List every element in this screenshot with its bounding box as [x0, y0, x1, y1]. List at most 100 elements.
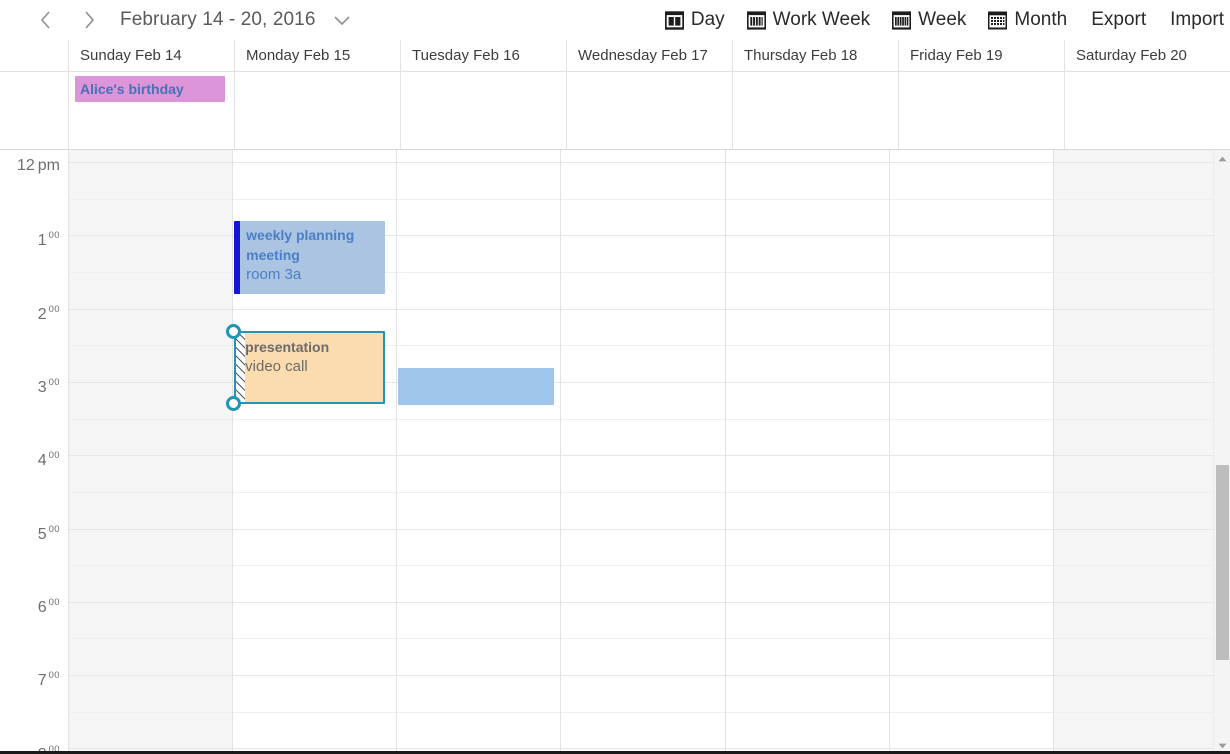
- day-header[interactable]: Monday Feb 15: [234, 40, 400, 71]
- month-view-icon: [988, 11, 1008, 29]
- day-header[interactable]: Wednesday Feb 17: [566, 40, 732, 71]
- hour-gridline: [561, 528, 725, 530]
- time-label-hour: 4: [37, 452, 47, 469]
- hour-gridline: [561, 381, 725, 383]
- view-button-day[interactable]: Day: [664, 9, 725, 31]
- hour-gridline: [889, 675, 1053, 677]
- half-hour-gridline: [69, 418, 233, 420]
- view-button-work-week[interactable]: Work Week: [746, 9, 870, 31]
- calendar-event-selected[interactable]: presentation video call: [234, 331, 386, 404]
- day-column[interactable]: [560, 150, 725, 754]
- hour-gridline: [233, 455, 397, 457]
- vertical-scrollbar[interactable]: [1213, 150, 1230, 754]
- day-column[interactable]: [396, 150, 561, 754]
- hour-gridline: [397, 235, 561, 237]
- import-button[interactable]: Import: [1170, 9, 1224, 31]
- hour-gridline: [1053, 308, 1217, 310]
- time-label-hour: 12: [16, 157, 35, 174]
- calendar-event[interactable]: weekly planning meeting room 3a: [234, 221, 386, 294]
- half-hour-gridline: [725, 565, 889, 567]
- half-hour-gridline: [725, 491, 889, 493]
- time-grid-scroll-area[interactable]: 12pm100200300400500600700800 weekly plan…: [0, 150, 1230, 754]
- all-day-cell[interactable]: [566, 72, 732, 149]
- all-day-cell[interactable]: [234, 72, 400, 149]
- half-hour-gridline: [69, 565, 233, 567]
- all-day-event[interactable]: Alice's birthday: [75, 76, 226, 102]
- time-label-minutes: 00: [48, 304, 60, 315]
- day-column[interactable]: [724, 150, 889, 754]
- all-day-cell[interactable]: [898, 72, 1064, 149]
- day-header[interactable]: Friday Feb 19: [898, 40, 1064, 71]
- hour-gridline: [69, 528, 233, 530]
- day-header[interactable]: Saturday Feb 20: [1064, 40, 1230, 71]
- week-view-icon: [892, 10, 912, 30]
- half-hour-gridline: [561, 638, 725, 640]
- all-day-cell[interactable]: [400, 72, 566, 149]
- work-week-view-icon: [746, 10, 766, 30]
- day-column[interactable]: [888, 150, 1053, 754]
- half-hour-gridline: [889, 565, 1053, 567]
- all-day-gutter-spacer: [0, 72, 68, 149]
- half-hour-gridline: [561, 418, 725, 420]
- date-picker-dropdown-button[interactable]: [327, 5, 357, 35]
- half-hour-gridline: [725, 711, 889, 713]
- all-day-cell[interactable]: [732, 72, 898, 149]
- all-day-cell[interactable]: Alice's birthday: [68, 72, 234, 149]
- hour-gridline: [69, 235, 233, 237]
- half-hour-gridline: [233, 638, 397, 640]
- day-column[interactable]: [1052, 150, 1217, 754]
- chevron-left-icon: [40, 11, 50, 29]
- half-hour-gridline: [561, 491, 725, 493]
- day-column[interactable]: weekly planning meeting room 3a presentatio…: [226, 150, 397, 754]
- hour-gridline: [1053, 601, 1217, 603]
- hour-gridline: [725, 675, 889, 677]
- half-hour-gridline: [397, 491, 561, 493]
- scroll-up-arrow-icon: [1218, 156, 1226, 161]
- half-hour-gridline: [561, 565, 725, 567]
- half-hour-gridline: [561, 271, 725, 273]
- view-switcher: Day Work Week Week Month Export Import: [643, 9, 1230, 31]
- toolbar: February 14 - 20, 2016 Day Work Week Wee…: [0, 0, 1230, 40]
- day-header[interactable]: Tuesday Feb 16: [400, 40, 566, 71]
- hour-gridline: [561, 675, 725, 677]
- day-column[interactable]: [68, 150, 233, 754]
- time-label-hour: 5: [37, 526, 47, 543]
- day-header[interactable]: Thursday Feb 18: [732, 40, 898, 71]
- half-hour-gridline: [69, 711, 233, 713]
- scrollbar-up-button[interactable]: [1214, 150, 1230, 167]
- half-hour-gridline: [69, 198, 233, 200]
- half-hour-gridline: [561, 711, 725, 713]
- time-label: 2 00: [38, 305, 60, 323]
- view-button-week-label: Week: [918, 9, 967, 30]
- half-hour-gridline: [1053, 491, 1217, 493]
- hour-gridline: [1053, 455, 1217, 457]
- export-button[interactable]: Export: [1091, 9, 1146, 31]
- next-period-button[interactable]: [70, 1, 108, 39]
- half-hour-gridline: [397, 418, 561, 420]
- hour-gridline: [69, 455, 233, 457]
- day-header[interactable]: Sunday Feb 14: [68, 40, 234, 71]
- all-day-cell[interactable]: [1064, 72, 1230, 149]
- hour-gridline: [1053, 528, 1217, 530]
- scrollbar-thumb[interactable]: [1216, 465, 1229, 660]
- hour-gridline: [725, 235, 889, 237]
- event-resize-handle-bottom[interactable]: [226, 396, 242, 411]
- hour-gridline: [69, 748, 233, 750]
- view-button-month-label: Month: [1014, 9, 1068, 30]
- half-hour-gridline: [397, 638, 561, 640]
- hour-gridline: [397, 528, 561, 530]
- time-label-minutes: 00: [48, 230, 60, 241]
- event-body: presentation video call: [236, 333, 383, 377]
- hour-gridline: [725, 748, 889, 750]
- half-hour-gridline: [725, 345, 889, 347]
- hour-gridline: [1053, 235, 1217, 237]
- view-button-month[interactable]: Month: [988, 9, 1067, 31]
- time-label-minutes: 00: [48, 597, 60, 608]
- half-hour-gridline: [233, 711, 397, 713]
- half-hour-gridline: [233, 418, 397, 420]
- hour-gridline: [1053, 162, 1217, 163]
- time-label-hour: 1: [37, 232, 47, 249]
- previous-period-button[interactable]: [26, 1, 64, 39]
- view-button-week[interactable]: Week: [892, 9, 966, 31]
- half-hour-gridline: [561, 345, 725, 347]
